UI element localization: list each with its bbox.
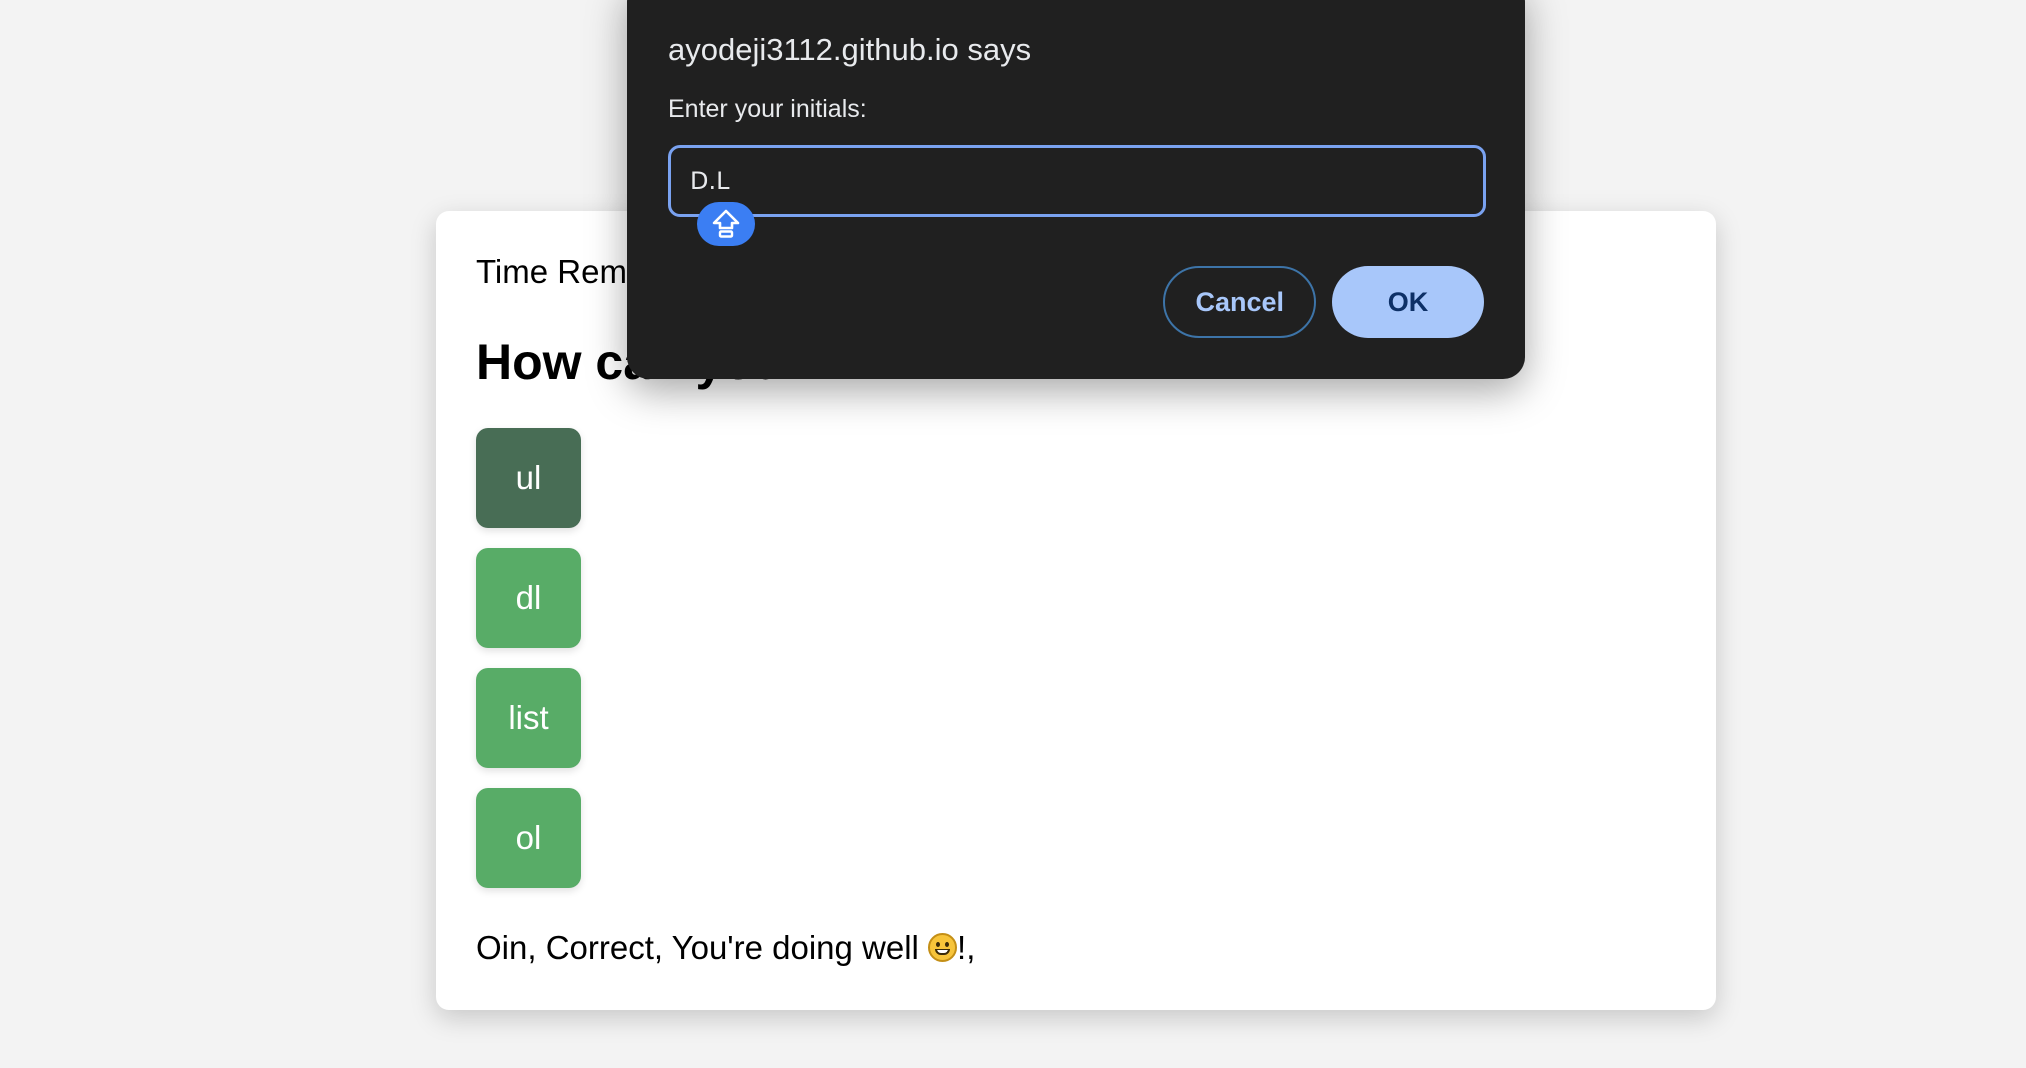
dialog-button-row: Cancel OK [1163, 266, 1484, 338]
answer-options: ul dl list ol [476, 428, 581, 908]
dialog-message: Enter your initials: [668, 95, 867, 123]
prompt-dialog: ayodeji3112.github.io says Enter your in… [627, 0, 1525, 379]
cancel-button[interactable]: Cancel [1163, 266, 1316, 338]
option-button-dl[interactable]: dl [476, 548, 581, 648]
ok-button[interactable]: OK [1332, 266, 1484, 338]
feedback-message: Oin, Correct, You're doing well !, [476, 929, 975, 967]
grinning-face-icon [928, 933, 958, 962]
caps-lock-icon [697, 202, 755, 246]
initials-input[interactable] [668, 145, 1486, 217]
option-button-list[interactable]: list [476, 668, 581, 768]
feedback-suffix: !, [957, 929, 976, 966]
dialog-title: ayodeji3112.github.io says [668, 32, 1032, 67]
feedback-prefix: Oin, Correct, You're doing well [476, 929, 929, 966]
option-button-ul[interactable]: ul [476, 428, 581, 528]
option-button-ol[interactable]: ol [476, 788, 581, 888]
